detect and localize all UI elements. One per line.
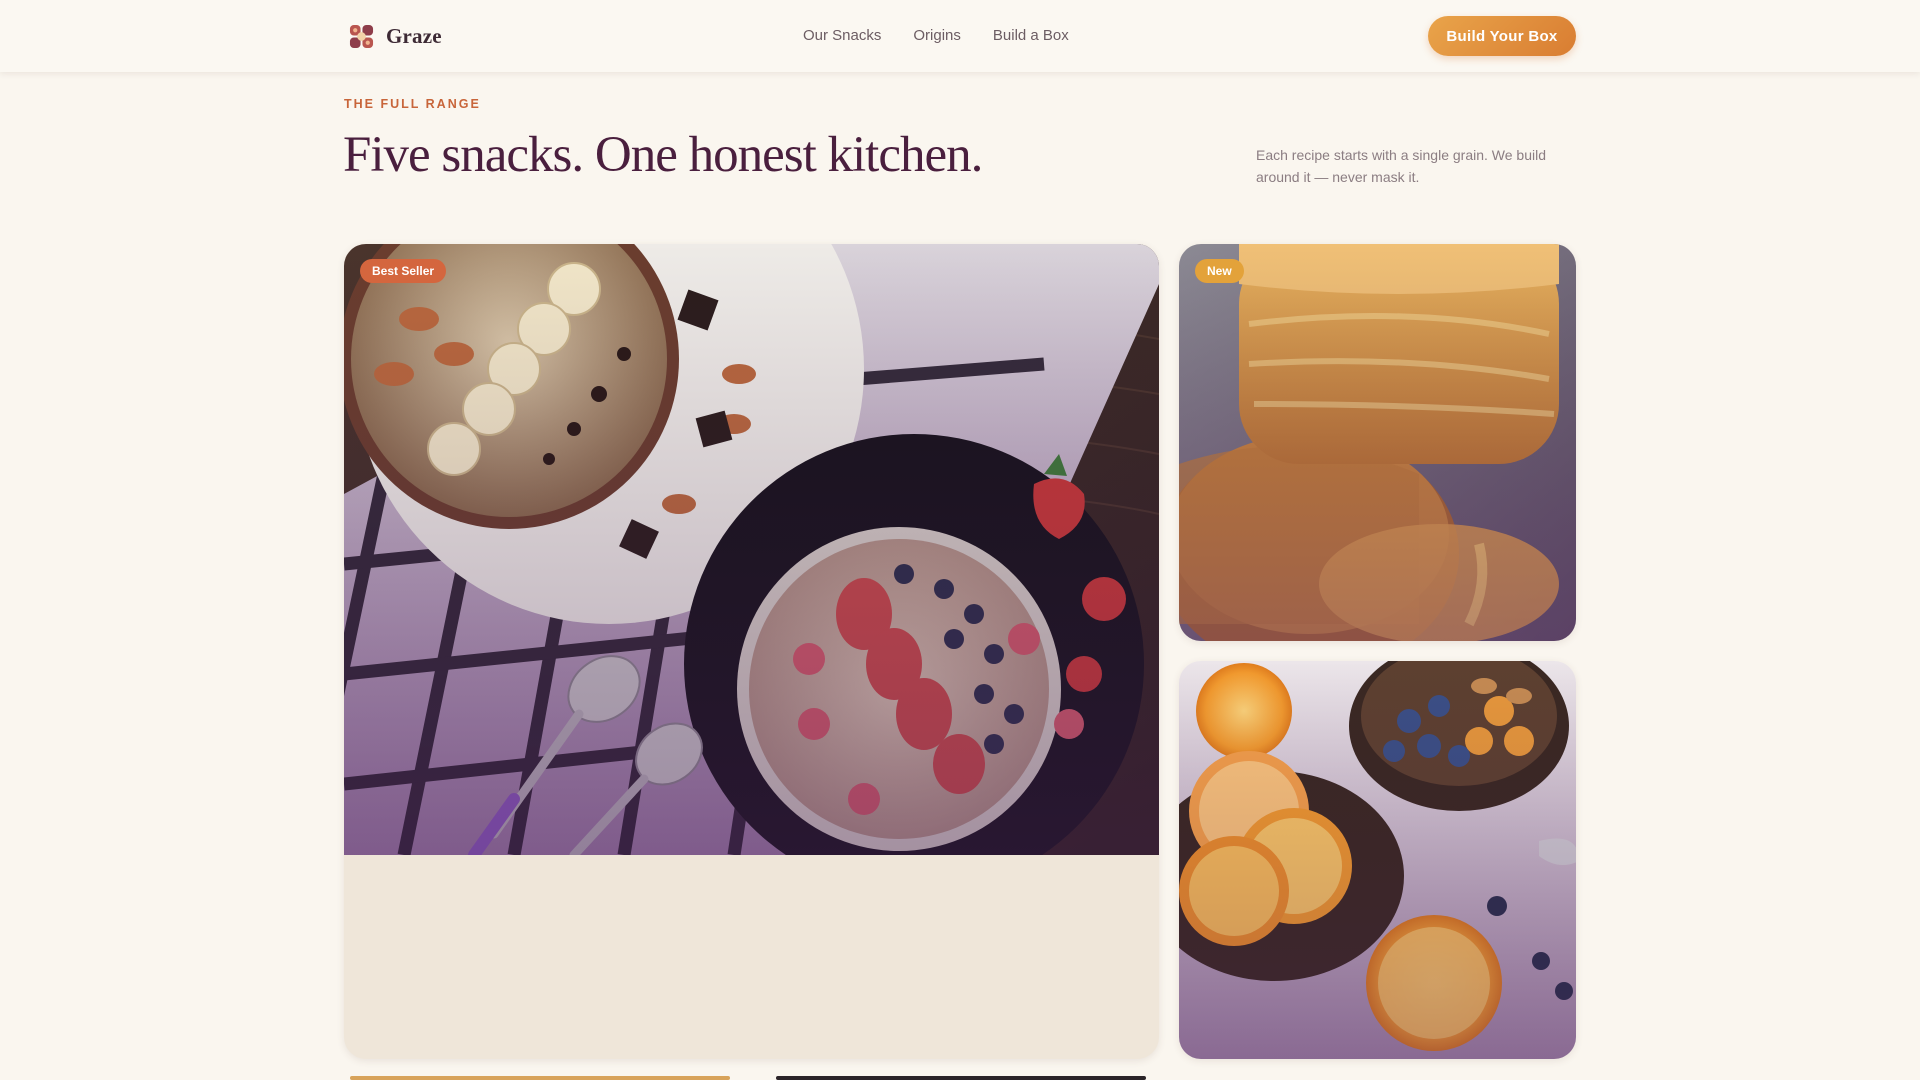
brand-name: Graze <box>386 23 442 48</box>
next-row-card-peek <box>350 1076 730 1080</box>
product-card-citrus-bowls[interactable] <box>1179 661 1576 1059</box>
product-card-oat-bowls[interactable]: Best Seller <box>344 244 1159 1059</box>
nav-link-build-a-box[interactable]: Build a Box <box>993 26 1069 46</box>
citrus-bowls-photo <box>1179 661 1576 1059</box>
main-menu: Our Snacks Origins Build a Box <box>803 26 1069 46</box>
build-your-box-button[interactable]: Build Your Box <box>1428 16 1576 56</box>
new-badge: New <box>1195 259 1244 283</box>
oat-bowls-photo <box>344 244 1159 855</box>
product-card-glazed-biscuits[interactable]: New <box>1179 244 1576 641</box>
top-navigation: Graze Our Snacks Origins Build a Box Bui… <box>0 0 1920 72</box>
section-eyebrow: THE FULL RANGE <box>344 97 481 111</box>
best-seller-badge: Best Seller <box>360 259 447 283</box>
next-row-card-peek <box>776 1076 1146 1080</box>
nav-link-origins[interactable]: Origins <box>913 26 961 46</box>
section-description: Each recipe starts with a single grain. … <box>1256 147 1546 185</box>
page-title: Five snacks. One honest kitchen. <box>343 127 983 183</box>
knot-logo-icon <box>349 24 374 48</box>
nav-link-our-snacks[interactable]: Our Snacks <box>803 26 881 46</box>
brand-home-link[interactable]: Graze <box>349 22 442 50</box>
glazed-biscuits-photo <box>1179 244 1576 641</box>
